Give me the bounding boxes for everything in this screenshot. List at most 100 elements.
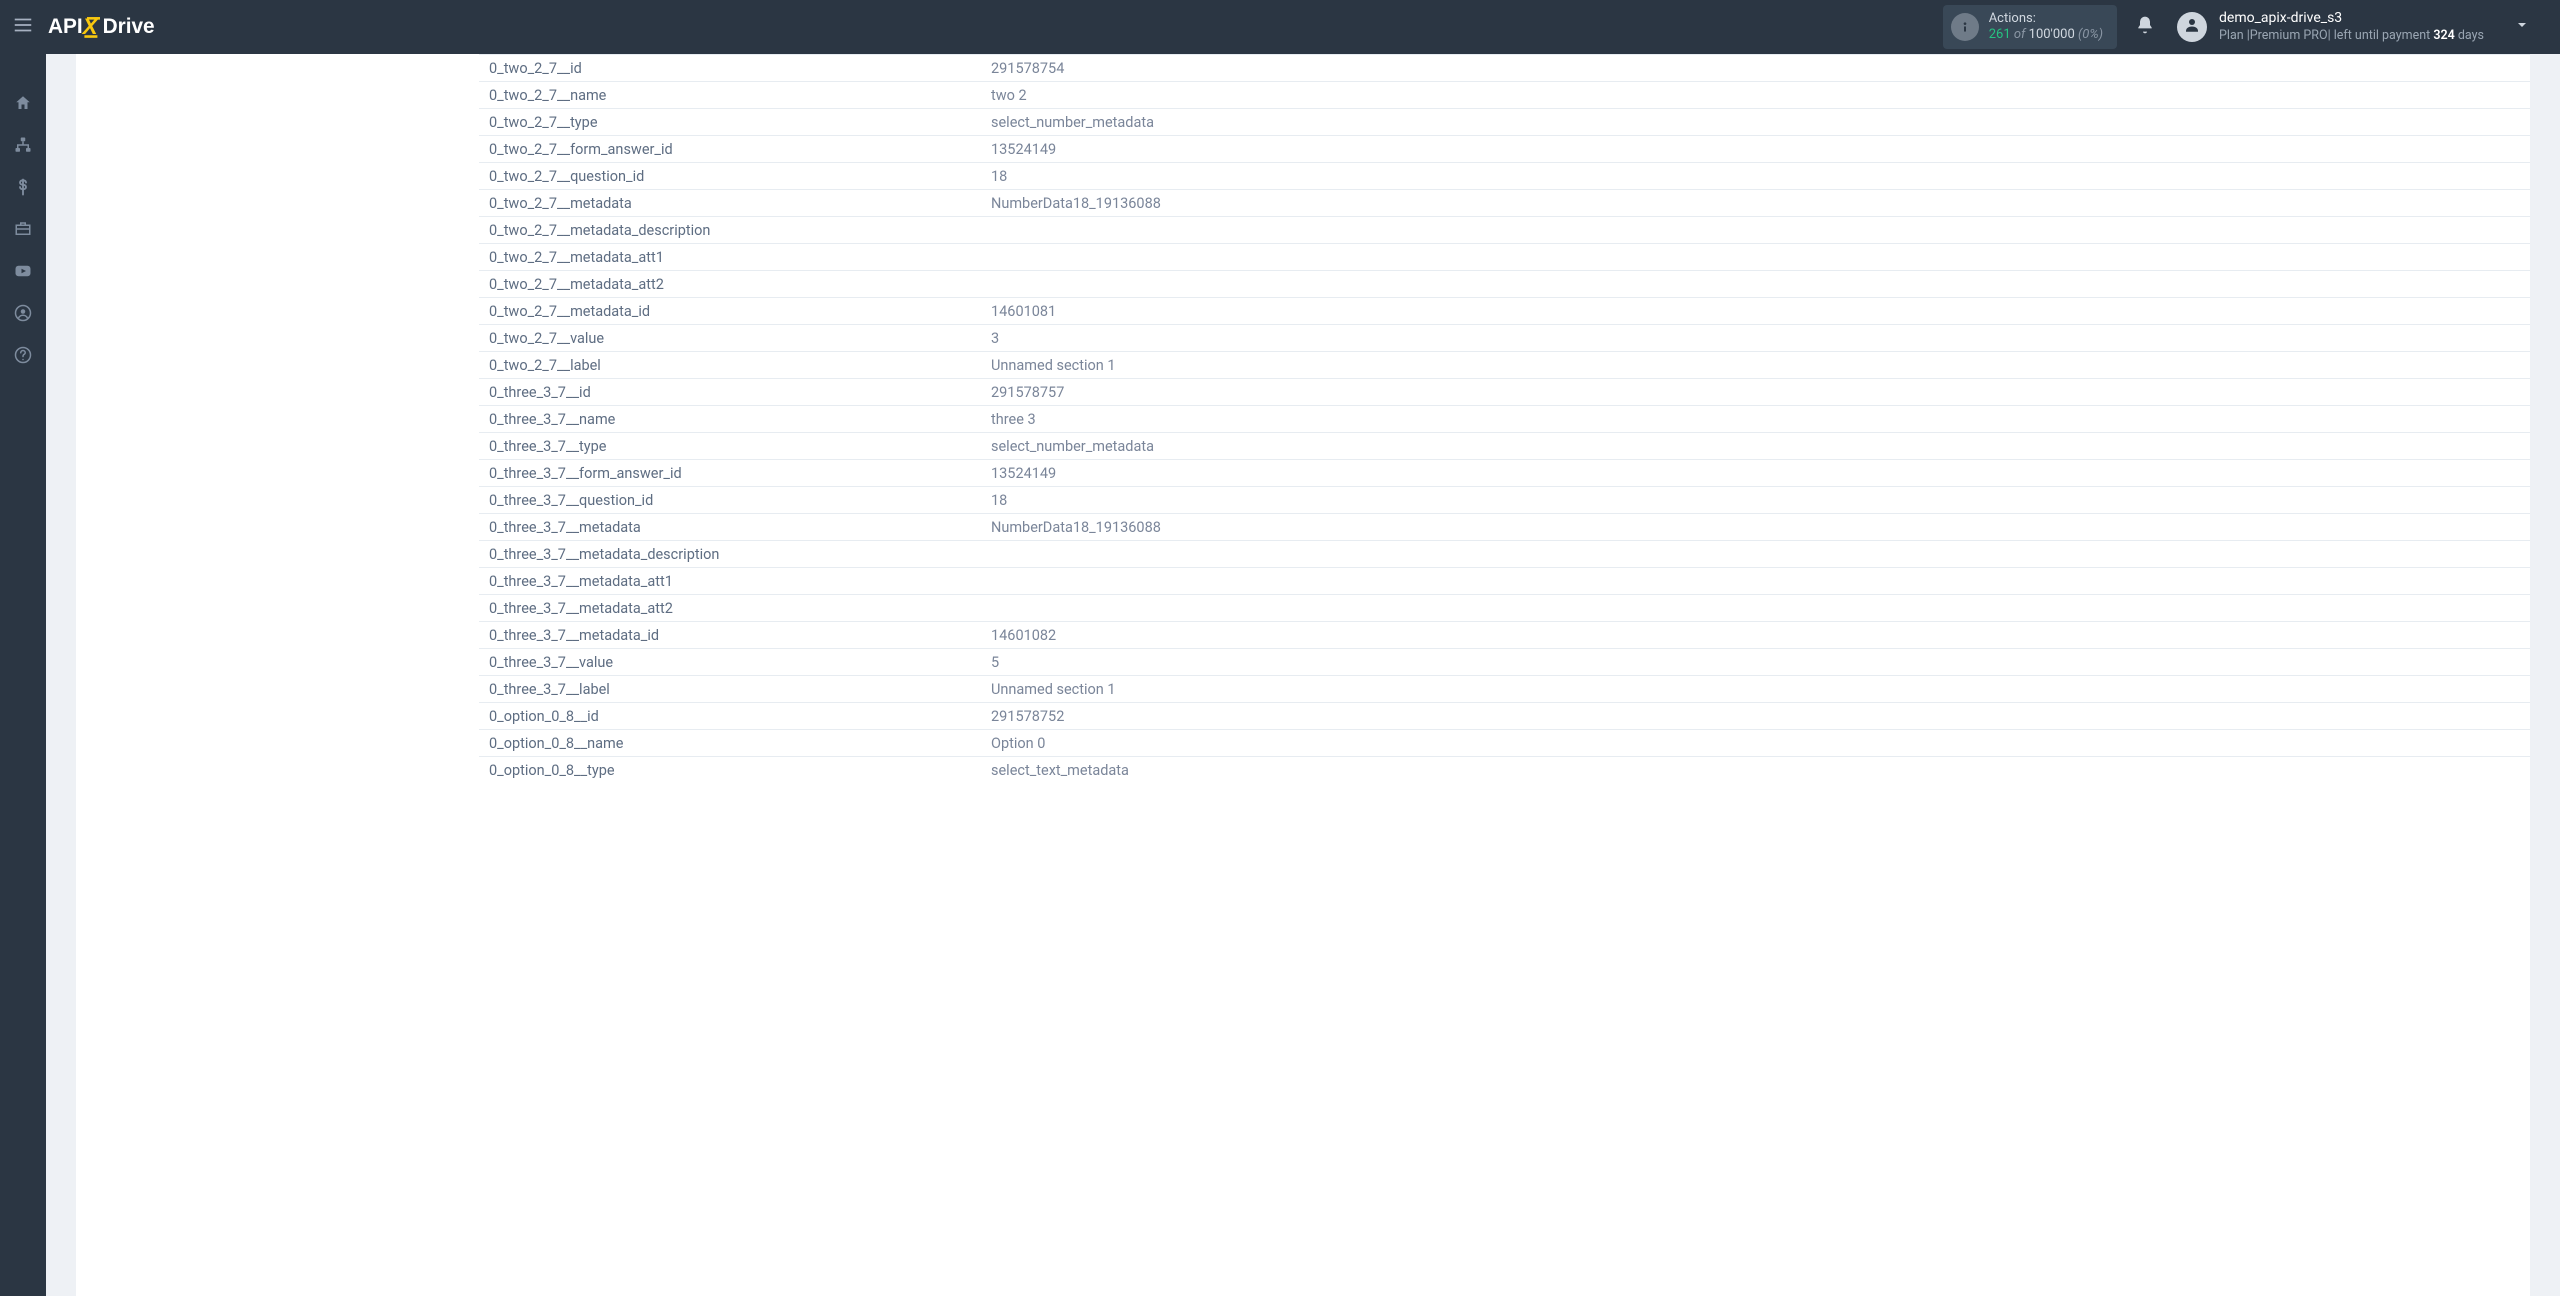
field-value: 13524149 [981,460,2530,487]
bell-icon [2135,15,2155,39]
table-row: 0_three_3_7__metadata_id14601082 [479,622,2530,649]
question-icon [14,346,32,368]
table-row: 0_three_3_7__form_answer_id13524149 [479,460,2530,487]
table-row: 0_three_3_7__metadata_description [479,541,2530,568]
field-key: 0_three_3_7__value [479,649,981,676]
field-value: two 2 [981,82,2530,109]
table-row: 0_option_0_8__id291578752 [479,703,2530,730]
table-row: 0_two_2_7__id291578754 [479,55,2530,82]
table-row: 0_two_2_7__form_answer_id13524149 [479,136,2530,163]
hamburger-icon [12,14,34,40]
field-key: 0_two_2_7__value [479,325,981,352]
menu-toggle-button[interactable] [0,0,46,54]
field-key: 0_three_3_7__metadata_id [479,622,981,649]
table-row: 0_three_3_7__value5 [479,649,2530,676]
field-key: 0_three_3_7__type [479,433,981,460]
field-value: select_number_metadata [981,433,2530,460]
table-row: 0_two_2_7__nametwo 2 [479,82,2530,109]
field-key: 0_two_2_7__label [479,352,981,379]
field-value: 18 [981,487,2530,514]
notifications-button[interactable] [2135,15,2155,39]
field-value: 291578754 [981,55,2530,82]
field-key: 0_two_2_7__metadata_id [479,298,981,325]
sidebar-item-help[interactable] [0,336,46,378]
field-key: 0_two_2_7__form_answer_id [479,136,981,163]
actions-counter[interactable]: Actions: 261 of 100'000 (0%) [1943,5,2117,50]
table-row: 0_three_3_7__typeselect_number_metadata [479,433,2530,460]
field-key: 0_option_0_8__id [479,703,981,730]
user-circle-icon [14,304,32,326]
actions-count: 261 [1989,27,2011,42]
field-value [981,568,2530,595]
field-key: 0_three_3_7__metadata_att1 [479,568,981,595]
field-value [981,271,2530,298]
table-row: 0_three_3_7__namethree 3 [479,406,2530,433]
field-value [981,244,2530,271]
table-row: 0_two_2_7__labelUnnamed section 1 [479,352,2530,379]
field-key: 0_three_3_7__name [479,406,981,433]
table-row: 0_two_2_7__metadata_description [479,217,2530,244]
user-icon [2183,16,2201,38]
field-value: Unnamed section 1 [981,352,2530,379]
field-value: select_text_metadata [981,757,2530,784]
field-key: 0_three_3_7__question_id [479,487,981,514]
logo[interactable]: API X Drive [46,14,204,40]
field-key: 0_two_2_7__question_id [479,163,981,190]
info-icon [1951,13,1979,41]
field-value [981,541,2530,568]
sitemap-icon [14,136,32,158]
sidebar-item-home[interactable] [0,84,46,126]
field-key: 0_two_2_7__metadata_att2 [479,271,981,298]
table-row: 0_two_2_7__metadata_att1 [479,244,2530,271]
sidebar-item-account[interactable] [0,294,46,336]
chevron-down-icon [2514,17,2530,37]
field-value [981,217,2530,244]
field-key: 0_three_3_7__metadata_description [479,541,981,568]
field-value: Unnamed section 1 [981,676,2530,703]
sidebar-item-billing[interactable] [0,168,46,210]
avatar [2177,12,2207,42]
field-key: 0_three_3_7__label [479,676,981,703]
field-key: 0_option_0_8__name [479,730,981,757]
table-row: 0_two_2_7__typeselect_number_metadata [479,109,2530,136]
sidebar-item-connections[interactable] [0,126,46,168]
table-row: 0_three_3_7__metadataNumberData18_191360… [479,514,2530,541]
field-value: 291578757 [981,379,2530,406]
table-row: 0_three_3_7__metadata_att1 [479,568,2530,595]
table-row: 0_two_2_7__metadata_att2 [479,271,2530,298]
field-value: 14601082 [981,622,2530,649]
user-text: demo_apix-drive_s3 Plan |Premium PRO| le… [2219,10,2484,43]
table-row: 0_three_3_7__labelUnnamed section 1 [479,676,2530,703]
table-row: 0_two_2_7__metadata_id14601081 [479,298,2530,325]
main-content: 0_two_2_7__id2915787540_two_2_7__nametwo… [46,54,2560,1296]
user-menu[interactable]: demo_apix-drive_s3 Plan |Premium PRO| le… [2177,10,2550,43]
sidebar-item-video[interactable] [0,252,46,294]
field-key: 0_two_2_7__type [479,109,981,136]
field-value: 14601081 [981,298,2530,325]
table-row: 0_three_3_7__question_id18 [479,487,2530,514]
table-row: 0_three_3_7__id291578757 [479,379,2530,406]
field-key: 0_option_0_8__type [479,757,981,784]
field-value: NumberData18_19136088 [981,514,2530,541]
field-key: 0_two_2_7__id [479,55,981,82]
username: demo_apix-drive_s3 [2219,10,2484,28]
svg-text:API: API [48,15,83,38]
briefcase-icon [14,220,32,242]
table-row: 0_two_2_7__metadataNumberData18_19136088 [479,190,2530,217]
youtube-icon [14,262,32,284]
table-row: 0_option_0_8__typeselect_text_metadata [479,757,2530,784]
field-value [981,595,2530,622]
table-row: 0_option_0_8__nameOption 0 [479,730,2530,757]
data-table: 0_two_2_7__id2915787540_two_2_7__nametwo… [479,54,2530,784]
field-key: 0_three_3_7__metadata [479,514,981,541]
field-value: three 3 [981,406,2530,433]
field-key: 0_two_2_7__metadata_description [479,217,981,244]
actions-label: Actions: [1989,11,2103,27]
field-value: 3 [981,325,2530,352]
field-key: 0_two_2_7__name [479,82,981,109]
field-value: 13524149 [981,136,2530,163]
sidebar-item-briefcase[interactable] [0,210,46,252]
field-key: 0_two_2_7__metadata_att1 [479,244,981,271]
field-value: select_number_metadata [981,109,2530,136]
field-value: NumberData18_19136088 [981,190,2530,217]
